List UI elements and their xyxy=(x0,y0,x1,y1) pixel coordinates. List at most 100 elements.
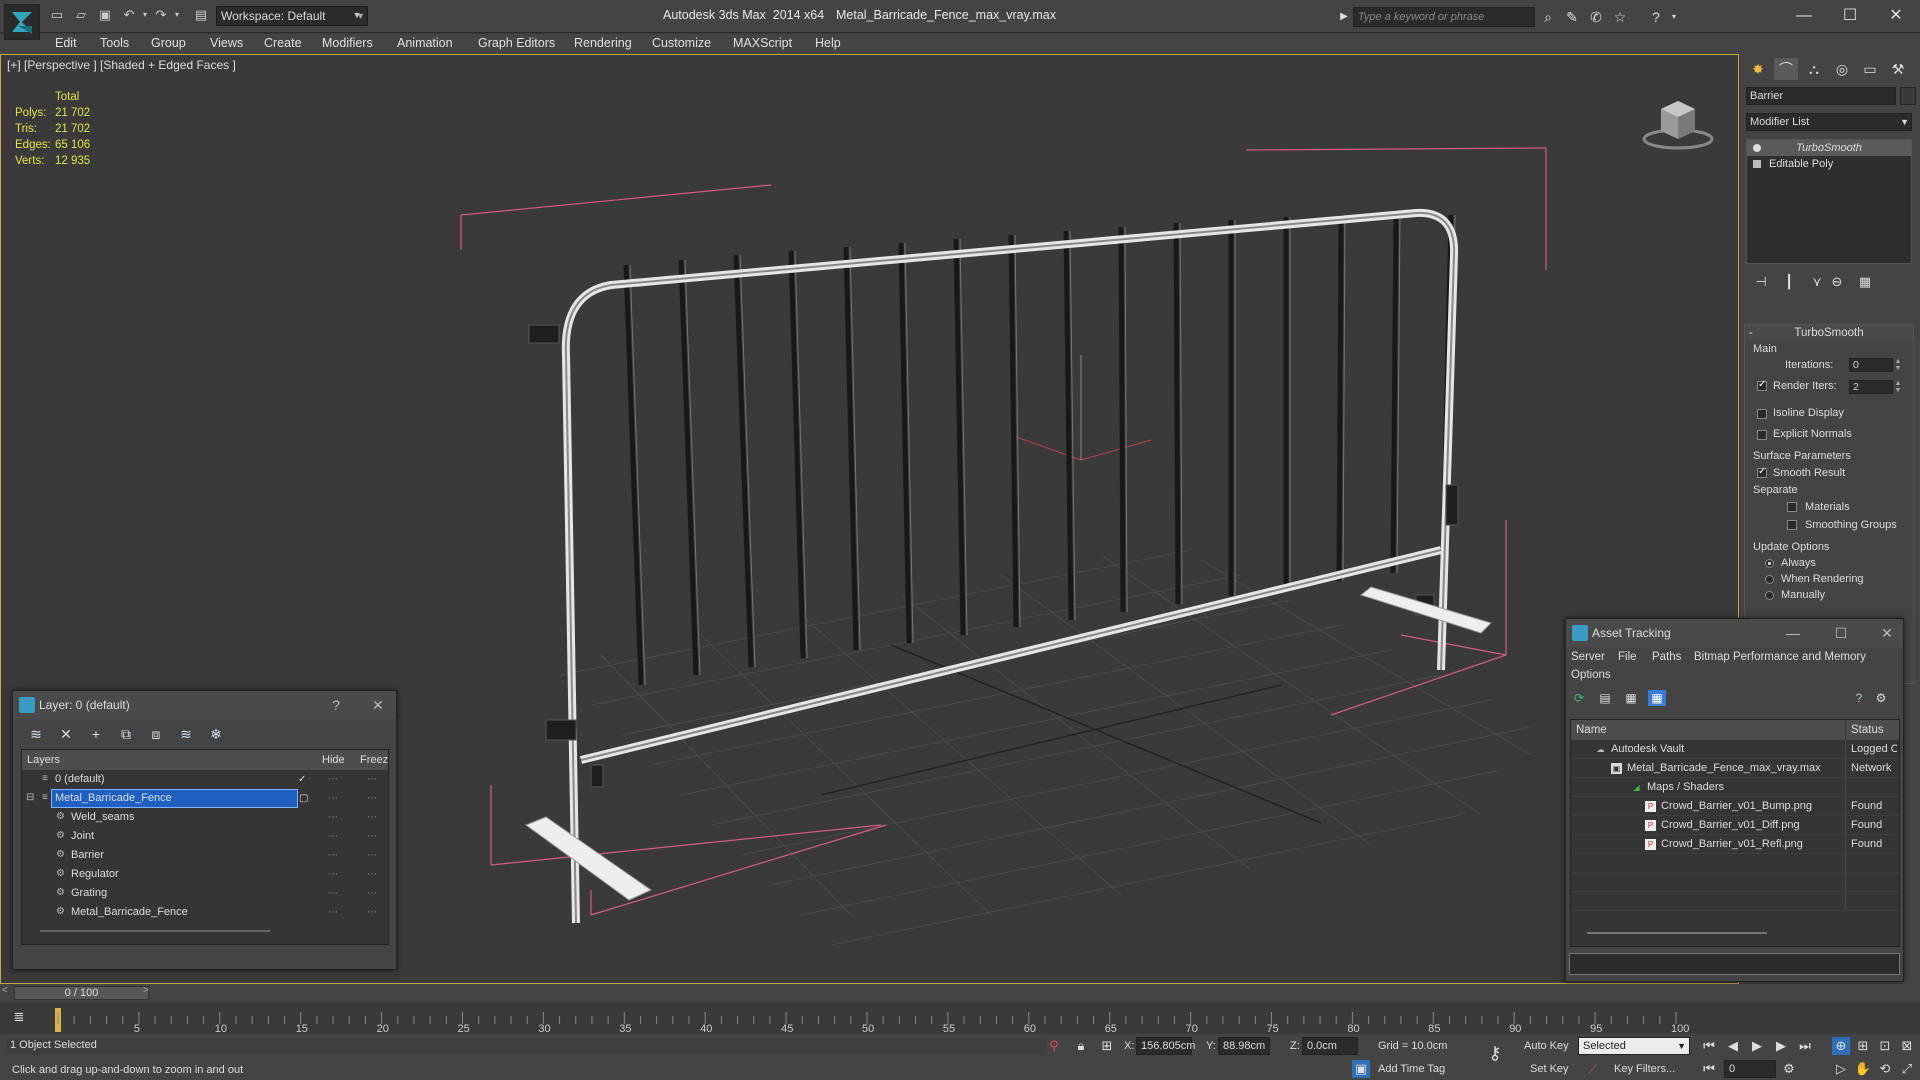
track-bar[interactable]: ≣ 5 10 15 20 25 30 35 40 45 50 55 60 65 70 75 80 85 90 95 1… xyxy=(0,1002,1920,1034)
freeze-toggle[interactable]: ⋯ xyxy=(367,846,377,865)
layer-row[interactable]: ⚙ Metal_Barricade_Fence ⋯ ⋯ xyxy=(22,903,388,922)
asset-row[interactable]: ◢ Maps / Shaders xyxy=(1571,778,1899,797)
highlight-layer-icon[interactable]: ⧈ xyxy=(147,725,165,743)
minimize-icon[interactable]: — xyxy=(1778,619,1808,647)
layer-name[interactable]: Metal_Barricade_Fence xyxy=(51,789,298,808)
asset-row[interactable]: P Crowd_Barrier_v01_Refl.png Found xyxy=(1571,835,1899,854)
modify-tab-icon[interactable]: ⌒ xyxy=(1774,58,1798,80)
freeze-toggle[interactable]: ⋯ xyxy=(367,789,377,808)
isolate-selection-icon[interactable]: ⚲ xyxy=(1045,1037,1063,1055)
smoothing-groups-checkbox[interactable] xyxy=(1787,520,1797,530)
set-key-button[interactable]: Set Key xyxy=(1530,1063,1569,1075)
pan-view-icon[interactable]: ✋ xyxy=(1854,1060,1872,1078)
save-file-icon[interactable]: ▣ xyxy=(96,6,114,24)
menu-modifiers[interactable]: Modifiers xyxy=(322,36,373,50)
current-frame-field[interactable]: 0 xyxy=(1724,1060,1776,1078)
time-configuration-icon[interactable]: ⚙ xyxy=(1780,1060,1798,1078)
customize-toolbar-icon[interactable]: ▼ xyxy=(348,6,366,24)
hide-toggle[interactable]: ⋯ xyxy=(328,903,338,922)
close-icon[interactable]: ✕ xyxy=(1872,619,1902,647)
play-icon[interactable]: ▶ xyxy=(1748,1037,1766,1055)
set-key-filter-icon[interactable]: ⟋ xyxy=(1584,1060,1602,1078)
z-coordinate-field[interactable]: 0.0cm xyxy=(1302,1037,1358,1055)
zoom-extents-all-icon[interactable]: ⊠ xyxy=(1898,1037,1916,1055)
freeze-column-header[interactable]: Freez xyxy=(360,750,388,770)
smooth-result-checkbox[interactable] xyxy=(1757,466,1767,478)
freeze-toggle[interactable]: ⋯ xyxy=(367,884,377,903)
asset-row[interactable]: ☁ Autodesk Vault Logged O xyxy=(1571,740,1899,759)
new-file-icon[interactable]: ▭ xyxy=(48,6,66,24)
name-column-header[interactable]: Name xyxy=(1576,720,1607,740)
previous-frame-icon[interactable]: ◀ xyxy=(1724,1037,1742,1055)
object-color-swatch[interactable] xyxy=(1900,87,1916,105)
menu-edit[interactable]: Edit xyxy=(55,36,77,50)
horizontal-scrollbar[interactable] xyxy=(1587,932,1767,934)
configure-sets-icon[interactable]: ▦ xyxy=(1856,274,1874,292)
time-tag-icon[interactable]: ▣ xyxy=(1352,1060,1370,1078)
list-view-icon[interactable]: ▤ xyxy=(1596,690,1614,706)
layer-row[interactable]: ≡ 0 (default) ✓ ⋯ ⋯ xyxy=(22,770,388,789)
hide-column-header[interactable]: Hide xyxy=(322,750,345,770)
hierarchy-tab-icon[interactable]: ⛬ xyxy=(1802,58,1826,80)
settings-icon[interactable]: ⚙ xyxy=(1872,690,1890,706)
help-dropdown-icon[interactable]: ▾ xyxy=(1664,7,1684,27)
render-iters-checkbox[interactable] xyxy=(1757,379,1767,391)
favorites-star-icon[interactable]: ☆ xyxy=(1610,7,1630,27)
lightbulb-icon[interactable] xyxy=(1753,144,1761,152)
delete-layer-icon[interactable]: ✕ xyxy=(57,725,75,743)
hide-toggle[interactable]: ⋯ xyxy=(328,884,338,903)
menu-create[interactable]: Create xyxy=(264,36,302,50)
time-slider-next-icon[interactable]: > xyxy=(143,985,149,996)
menu-maxscript[interactable]: MAXScript xyxy=(733,36,792,50)
close-button[interactable]: ✕ xyxy=(1874,4,1918,28)
asset-row[interactable]: P Crowd_Barrier_v01_Diff.png Found xyxy=(1571,816,1899,835)
display-tab-icon[interactable]: ▭ xyxy=(1858,58,1882,80)
isoline-display-checkbox[interactable] xyxy=(1757,409,1767,419)
app-menu-button[interactable] xyxy=(4,4,40,40)
explicit-normals-checkbox[interactable] xyxy=(1757,430,1767,440)
search-input[interactable]: Type a keyword or phrase xyxy=(1353,7,1535,27)
redo-dropdown-icon[interactable]: ▾ xyxy=(168,6,186,24)
update-always-radio[interactable] xyxy=(1765,559,1774,568)
x-coordinate-field[interactable]: 156.805cm xyxy=(1136,1037,1195,1055)
menu-help[interactable]: Help xyxy=(815,36,841,50)
field-of-view-icon[interactable]: ▷ xyxy=(1832,1060,1850,1078)
layer-name[interactable]: Metal_Barricade_Fence xyxy=(68,904,188,921)
spinner-arrows-icon[interactable]: ▲ ▼ xyxy=(1894,380,1902,394)
absolute-mode-icon[interactable]: ⊞ xyxy=(1098,1037,1116,1055)
layer-row[interactable]: ⚙ Weld_seams ⋯ ⋯ xyxy=(22,808,388,827)
hide-toggle[interactable]: ⋯ xyxy=(328,846,338,865)
iterations-spinner[interactable]: 0 xyxy=(1849,358,1893,372)
zoom-extents-icon[interactable]: ⊡ xyxy=(1876,1037,1894,1055)
update-manually-radio[interactable] xyxy=(1765,591,1774,600)
selection-lock-icon[interactable]: 🔒︎ xyxy=(1072,1037,1090,1055)
communication-center-icon[interactable]: ✆ xyxy=(1586,7,1606,27)
maximize-viewport-icon[interactable]: ⤢ xyxy=(1898,1060,1916,1078)
key-filters-button[interactable]: Key Filters... xyxy=(1614,1063,1675,1075)
grid-view-icon[interactable]: ▦ xyxy=(1648,690,1666,706)
rollout-header[interactable]: - TurboSmooth xyxy=(1745,325,1913,341)
layer-name[interactable]: Grating xyxy=(68,885,107,902)
asset-window-titlebar[interactable]: Asset Tracking — ☐ ✕ xyxy=(1566,619,1903,647)
close-icon[interactable]: ✕ xyxy=(363,691,393,719)
menu-rendering[interactable]: Rendering xyxy=(574,36,632,50)
utilities-tab-icon[interactable]: ⚒ xyxy=(1886,58,1910,80)
hide-toggle[interactable]: ⋯ xyxy=(328,865,338,884)
select-objects-icon[interactable]: ⧉ xyxy=(117,725,135,743)
layer-name[interactable]: 0 (default) xyxy=(52,771,105,788)
spinner-arrows-icon[interactable]: ▲ ▼ xyxy=(1894,358,1902,372)
table-view-icon[interactable]: ▦ xyxy=(1622,690,1640,706)
freeze-toggle[interactable]: ⋯ xyxy=(367,865,377,884)
create-layer-icon[interactable]: ≋ xyxy=(27,725,45,743)
layer-row[interactable]: ⚙ Joint ⋯ ⋯ xyxy=(22,827,388,846)
maximize-icon[interactable]: ☐ xyxy=(1826,619,1856,647)
add-to-layer-icon[interactable]: + xyxy=(87,725,105,743)
help-icon[interactable]: ? xyxy=(1646,7,1666,27)
asset-menu-server[interactable]: Server xyxy=(1571,651,1605,663)
help-icon[interactable]: ? xyxy=(1850,690,1868,706)
stack-item-turbosmooth[interactable]: TurboSmooth xyxy=(1747,140,1911,156)
modifier-list-dropdown[interactable]: Modifier List ▼ xyxy=(1746,113,1912,131)
viewcube-icon[interactable] xyxy=(1641,91,1715,151)
go-to-end-icon[interactable]: ⏭ xyxy=(1796,1037,1814,1055)
layer-name[interactable]: Barrier xyxy=(68,847,104,864)
